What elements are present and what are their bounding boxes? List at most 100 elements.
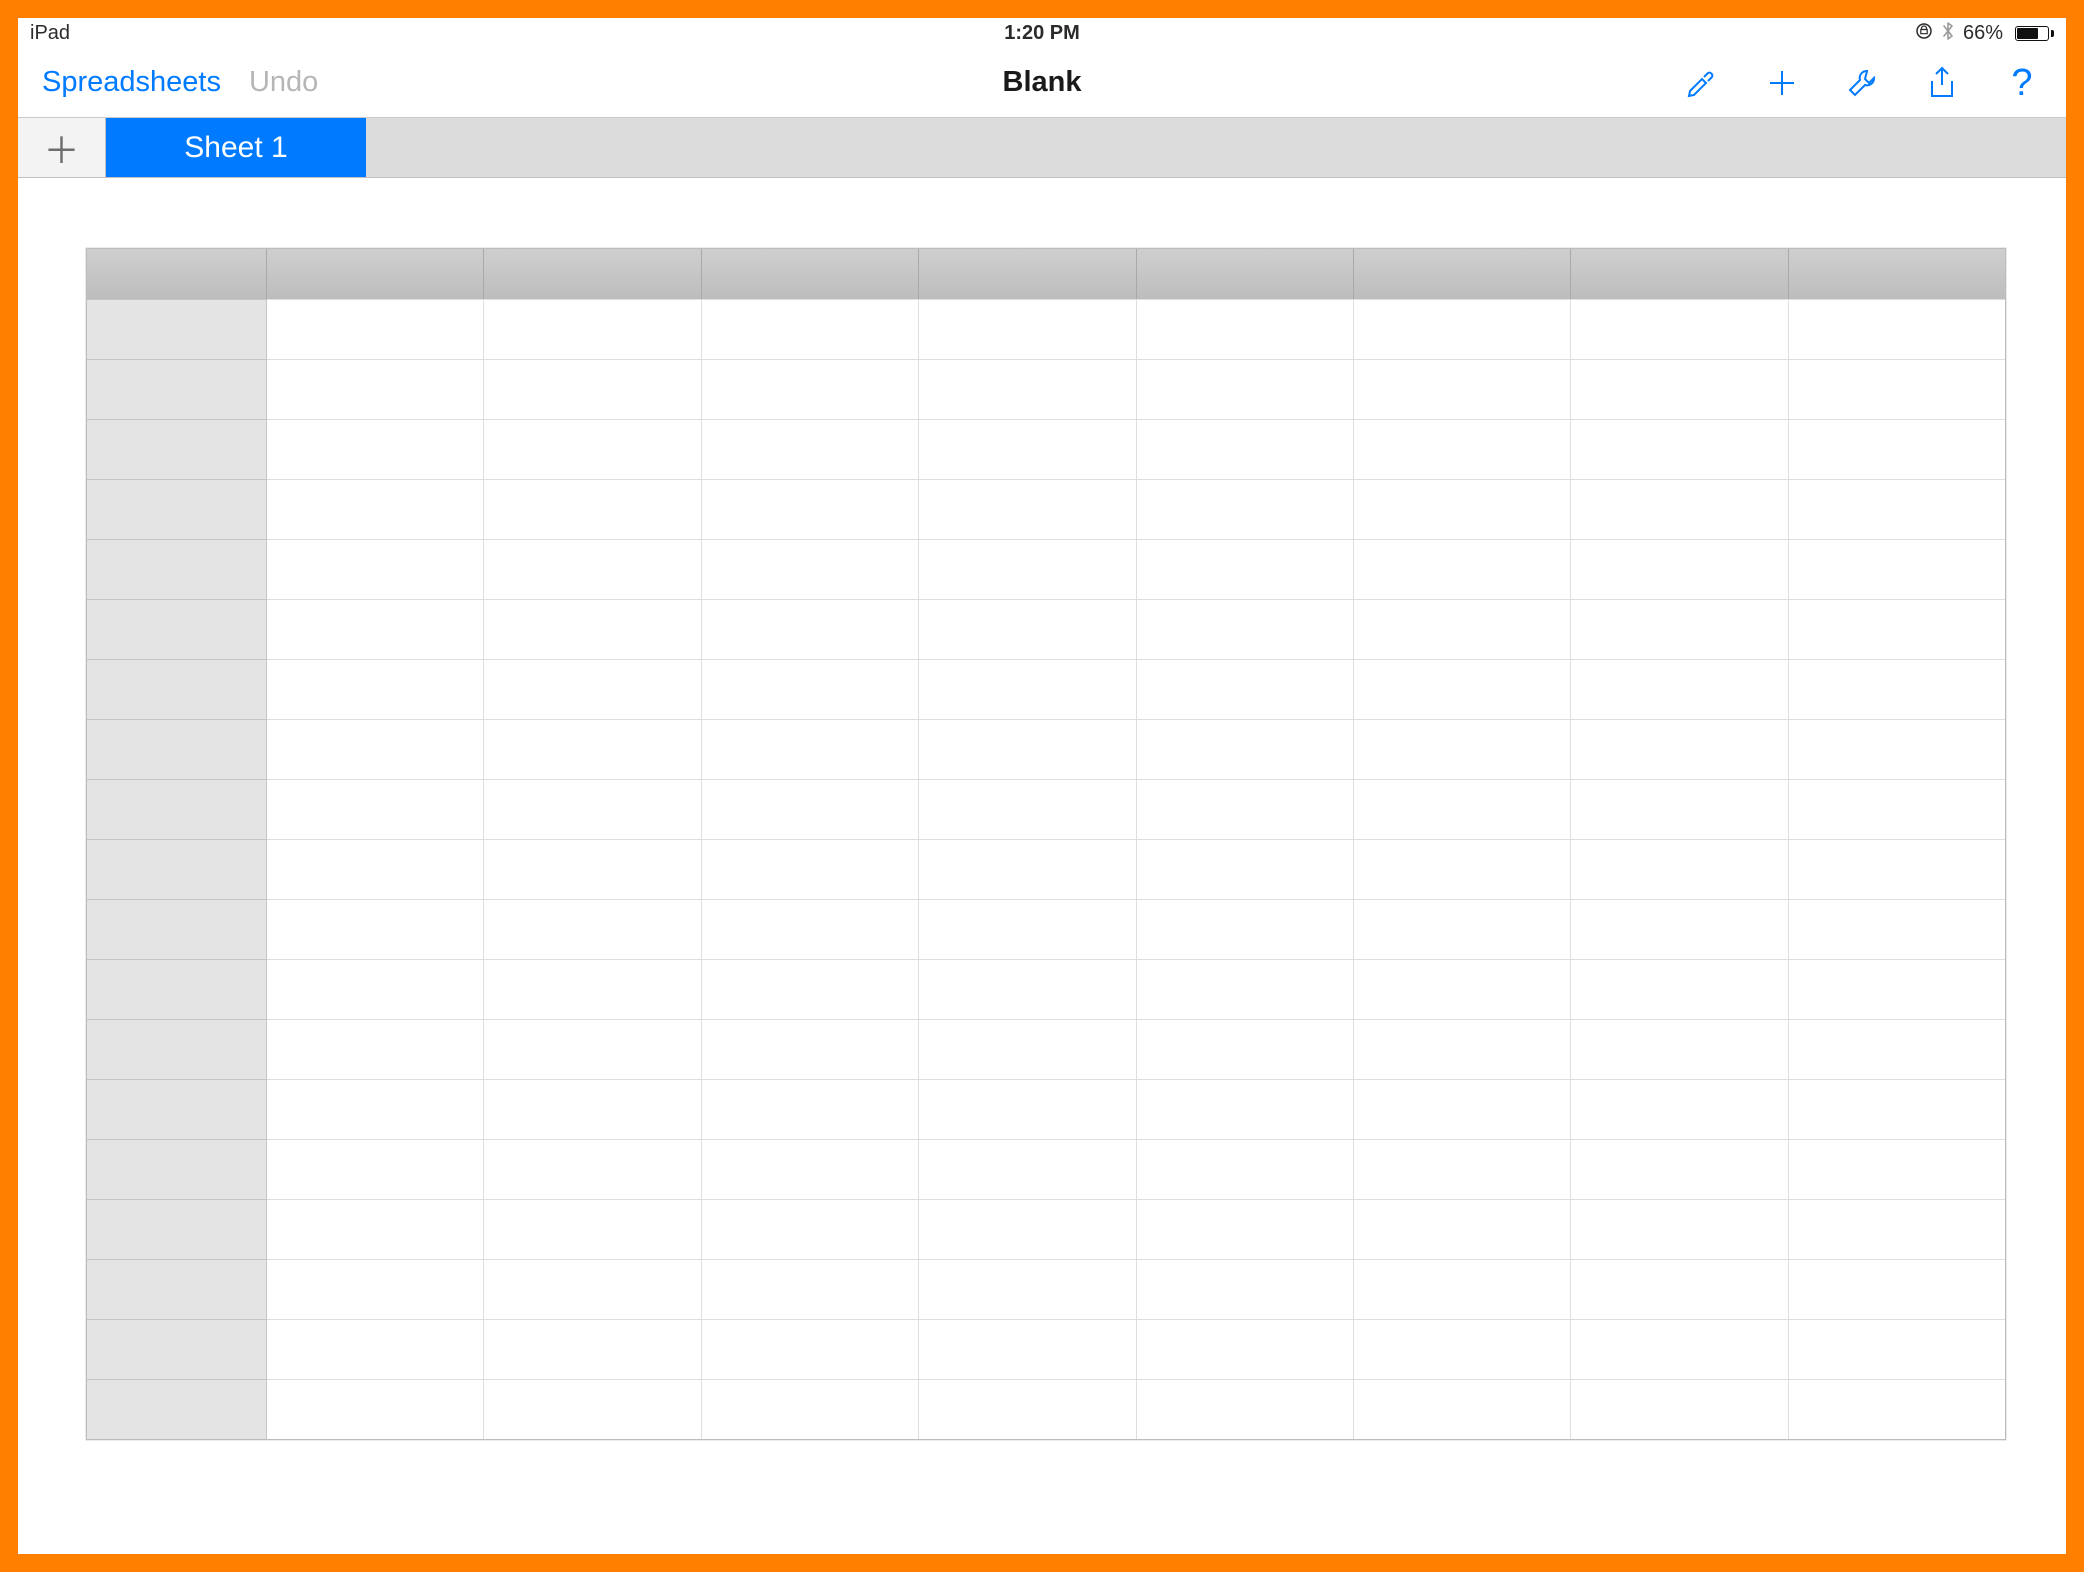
cell[interactable]	[702, 419, 919, 479]
add-sheet-button[interactable]: ＋	[18, 118, 106, 177]
cell[interactable]	[267, 779, 484, 839]
cell[interactable]	[484, 1019, 701, 1079]
cell[interactable]	[919, 1259, 1136, 1319]
cell[interactable]	[1571, 299, 1788, 359]
cell[interactable]	[267, 1079, 484, 1139]
cell[interactable]	[1789, 599, 2005, 659]
column-header[interactable]	[1789, 249, 2005, 299]
cell[interactable]	[1789, 1199, 2005, 1259]
cell[interactable]	[484, 779, 701, 839]
cell[interactable]	[1571, 1259, 1788, 1319]
cell[interactable]	[1789, 779, 2005, 839]
cell[interactable]	[1354, 659, 1571, 719]
cell[interactable]	[702, 839, 919, 899]
cell[interactable]	[1571, 1079, 1788, 1139]
cell[interactable]	[702, 359, 919, 419]
cell[interactable]	[1137, 539, 1354, 599]
cell[interactable]	[919, 899, 1136, 959]
cell[interactable]	[1137, 359, 1354, 419]
cell[interactable]	[267, 1259, 484, 1319]
cell[interactable]	[267, 839, 484, 899]
cell[interactable]	[267, 539, 484, 599]
cell[interactable]	[919, 1019, 1136, 1079]
cell[interactable]	[1789, 299, 2005, 359]
cell[interactable]	[1354, 1259, 1571, 1319]
cell[interactable]	[484, 599, 701, 659]
cell[interactable]	[702, 779, 919, 839]
cell[interactable]	[702, 1379, 919, 1439]
cell[interactable]	[1789, 539, 2005, 599]
cell[interactable]	[1137, 599, 1354, 659]
cell[interactable]	[1789, 419, 2005, 479]
cell[interactable]	[1571, 359, 1788, 419]
cell[interactable]	[267, 1379, 484, 1439]
cell[interactable]	[484, 359, 701, 419]
cell[interactable]	[919, 359, 1136, 419]
cell[interactable]	[484, 1379, 701, 1439]
row-header[interactable]	[87, 1379, 267, 1439]
cell[interactable]	[1571, 719, 1788, 779]
cell[interactable]	[1354, 599, 1571, 659]
cell[interactable]	[1571, 899, 1788, 959]
cell[interactable]	[702, 539, 919, 599]
column-header[interactable]	[1137, 249, 1354, 299]
sheet-tab-active[interactable]: Sheet 1	[106, 118, 366, 177]
cell[interactable]	[484, 1259, 701, 1319]
cell[interactable]	[1137, 1319, 1354, 1379]
cell[interactable]	[1137, 839, 1354, 899]
cell[interactable]	[267, 1199, 484, 1259]
cell[interactable]	[1354, 1379, 1571, 1439]
cell[interactable]	[919, 539, 1136, 599]
cell[interactable]	[702, 1319, 919, 1379]
cell[interactable]	[267, 1139, 484, 1199]
row-header[interactable]	[87, 1259, 267, 1319]
cell[interactable]	[484, 299, 701, 359]
cell[interactable]	[919, 1139, 1136, 1199]
format-brush-icon[interactable]	[1682, 63, 1722, 103]
cell[interactable]	[1354, 539, 1571, 599]
row-header[interactable]	[87, 539, 267, 599]
document-title[interactable]: Blank	[1003, 66, 1082, 99]
cell[interactable]	[1571, 959, 1788, 1019]
cell[interactable]	[702, 959, 919, 1019]
cell[interactable]	[1137, 479, 1354, 539]
cell[interactable]	[1571, 779, 1788, 839]
cell[interactable]	[1789, 839, 2005, 899]
cell[interactable]	[1354, 719, 1571, 779]
cell[interactable]	[1354, 1199, 1571, 1259]
column-header[interactable]	[484, 249, 701, 299]
cell[interactable]	[919, 599, 1136, 659]
cell[interactable]	[1354, 1079, 1571, 1139]
cell[interactable]	[702, 1139, 919, 1199]
cell[interactable]	[919, 959, 1136, 1019]
cell[interactable]	[919, 299, 1136, 359]
cell[interactable]	[1137, 779, 1354, 839]
cell[interactable]	[1137, 959, 1354, 1019]
cell[interactable]	[1789, 959, 2005, 1019]
cell[interactable]	[1789, 1139, 2005, 1199]
column-header[interactable]	[1571, 249, 1788, 299]
row-header[interactable]	[87, 1139, 267, 1199]
cell[interactable]	[267, 659, 484, 719]
cell[interactable]	[484, 1139, 701, 1199]
share-icon[interactable]	[1922, 63, 1962, 103]
cell[interactable]	[1571, 1379, 1788, 1439]
cell[interactable]	[1354, 779, 1571, 839]
cell[interactable]	[1789, 659, 2005, 719]
cell[interactable]	[702, 299, 919, 359]
cell[interactable]	[1571, 1019, 1788, 1079]
spreadsheet-grid[interactable]	[86, 248, 2006, 1440]
cell[interactable]	[1137, 1379, 1354, 1439]
column-header[interactable]	[1354, 249, 1571, 299]
row-header[interactable]	[87, 779, 267, 839]
cell[interactable]	[702, 1079, 919, 1139]
cell[interactable]	[1789, 1379, 2005, 1439]
cell[interactable]	[1571, 659, 1788, 719]
cell[interactable]	[1571, 1139, 1788, 1199]
cell[interactable]	[702, 1259, 919, 1319]
cell[interactable]	[702, 659, 919, 719]
tools-wrench-icon[interactable]	[1842, 63, 1882, 103]
row-header[interactable]	[87, 419, 267, 479]
cell[interactable]	[1354, 899, 1571, 959]
cell[interactable]	[1789, 479, 2005, 539]
